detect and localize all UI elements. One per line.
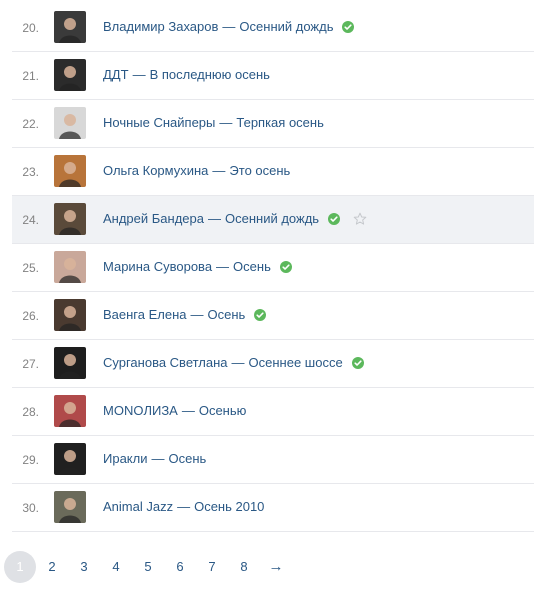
track-title[interactable]: Ольга Кормухина — Это осень bbox=[103, 163, 290, 178]
track-artist-link[interactable]: ДДТ bbox=[103, 67, 129, 82]
track-row[interactable]: 28. MONOЛИЗА — Осенью bbox=[12, 388, 534, 436]
track-artist-link[interactable]: MONOЛИЗА bbox=[103, 403, 178, 418]
track-artist-link[interactable]: Иракли bbox=[103, 451, 147, 466]
title-separator: — bbox=[177, 499, 191, 514]
track-song-link[interactable]: Осень 2010 bbox=[194, 499, 264, 514]
track-song-link[interactable]: Это осень bbox=[229, 163, 290, 178]
track-number: 25. bbox=[22, 261, 39, 275]
verified-check-icon bbox=[328, 212, 341, 225]
page-link-1[interactable]: 1 bbox=[4, 551, 36, 583]
track-row[interactable]: 20. Владимир Захаров — Осенний дождь bbox=[12, 4, 534, 52]
track-number: 26. bbox=[22, 309, 39, 323]
track-row[interactable]: 26. Ваенга Елена — Осень bbox=[12, 292, 534, 340]
page-link-7[interactable]: 7 bbox=[196, 551, 228, 583]
artist-avatar[interactable] bbox=[54, 395, 86, 427]
page-link-6[interactable]: 6 bbox=[164, 551, 196, 583]
track-row[interactable]: 27. Сурганова Светлана — Осеннее шоссе bbox=[12, 340, 534, 388]
next-page-arrow-icon[interactable]: → bbox=[260, 551, 292, 583]
track-row[interactable]: 22. Ночные Снайперы — Терпкая осень bbox=[12, 100, 534, 148]
track-number: 29. bbox=[22, 453, 39, 467]
track-title[interactable]: Владимир Захаров — Осенний дождь bbox=[103, 19, 355, 34]
track-row[interactable]: 24. Андрей Бандера — Осенний дождь bbox=[12, 196, 534, 244]
track-number: 23. bbox=[22, 165, 39, 179]
track-song-link[interactable]: Осень bbox=[233, 259, 271, 274]
track-song-link[interactable]: Осеннее шоссе bbox=[249, 355, 343, 370]
track-artist-link[interactable]: Animal Jazz bbox=[103, 499, 173, 514]
track-number: 28. bbox=[22, 405, 39, 419]
pagination: 1 2 3 4 5 6 7 8 → bbox=[4, 551, 292, 583]
track-row[interactable]: 29. Иракли — Осень bbox=[12, 436, 534, 484]
title-separator: — bbox=[231, 355, 245, 370]
star-outline-icon[interactable] bbox=[353, 212, 367, 226]
track-row[interactable]: 23. Ольга Кормухина — Это осень bbox=[12, 148, 534, 196]
artist-avatar[interactable] bbox=[54, 251, 86, 283]
title-separator: — bbox=[190, 307, 204, 322]
track-song-link[interactable]: Осень bbox=[208, 307, 246, 322]
page-link-5[interactable]: 5 bbox=[132, 551, 164, 583]
artist-avatar[interactable] bbox=[54, 107, 86, 139]
artist-avatar[interactable] bbox=[54, 203, 86, 235]
track-number: 24. bbox=[22, 213, 39, 227]
track-title[interactable]: MONOЛИЗА — Осенью bbox=[103, 403, 246, 418]
track-number: 21. bbox=[22, 69, 39, 83]
verified-check-icon bbox=[279, 260, 292, 273]
title-separator: — bbox=[212, 163, 226, 178]
track-row[interactable]: 25. Марина Суворова — Осень bbox=[12, 244, 534, 292]
page-link-8[interactable]: 8 bbox=[228, 551, 260, 583]
title-separator: — bbox=[216, 259, 230, 274]
track-title[interactable]: Марина Суворова — Осень bbox=[103, 259, 292, 274]
title-separator: — bbox=[222, 19, 236, 34]
track-artist-link[interactable]: Ольга Кормухина bbox=[103, 163, 208, 178]
page-link-4[interactable]: 4 bbox=[100, 551, 132, 583]
track-title[interactable]: Иракли — Осень bbox=[103, 451, 206, 466]
title-separator: — bbox=[181, 403, 195, 418]
track-artist-link[interactable]: Владимир Захаров bbox=[103, 19, 218, 34]
track-artist-link[interactable]: Марина Суворова bbox=[103, 259, 212, 274]
track-title[interactable]: Ваенга Елена — Осень bbox=[103, 307, 267, 322]
track-artist-link[interactable]: Андрей Бандера bbox=[103, 211, 204, 226]
artist-avatar[interactable] bbox=[54, 299, 86, 331]
page-link-2[interactable]: 2 bbox=[36, 551, 68, 583]
track-number: 30. bbox=[22, 501, 39, 515]
track-song-link[interactable]: Осень bbox=[168, 451, 206, 466]
artist-avatar[interactable] bbox=[54, 443, 86, 475]
track-song-link[interactable]: Осенью bbox=[199, 403, 247, 418]
artist-avatar[interactable] bbox=[54, 59, 86, 91]
title-separator: — bbox=[219, 115, 233, 130]
artist-avatar[interactable] bbox=[54, 491, 86, 523]
track-artist-link[interactable]: Ваенга Елена bbox=[103, 307, 187, 322]
track-title[interactable]: Сурганова Светлана — Осеннее шоссе bbox=[103, 355, 364, 370]
verified-check-icon bbox=[351, 356, 364, 369]
track-artist-link[interactable]: Сурганова Светлана bbox=[103, 355, 228, 370]
track-row[interactable]: 21. ДДТ — В последнюю осень bbox=[12, 52, 534, 100]
title-separator: — bbox=[132, 67, 146, 82]
track-row[interactable]: 30. Animal Jazz — Осень 2010 bbox=[12, 484, 534, 532]
track-song-link[interactable]: Осенний дождь bbox=[239, 19, 333, 34]
verified-check-icon bbox=[254, 308, 267, 321]
track-artist-link[interactable]: Ночные Снайперы bbox=[103, 115, 215, 130]
artist-avatar[interactable] bbox=[54, 11, 86, 43]
track-song-link[interactable]: Осенний дождь bbox=[225, 211, 319, 226]
title-separator: — bbox=[151, 451, 165, 466]
artist-avatar[interactable] bbox=[54, 155, 86, 187]
track-song-link[interactable]: Терпкая осень bbox=[236, 115, 323, 130]
track-song-link[interactable]: В последнюю осень bbox=[150, 67, 270, 82]
artist-avatar[interactable] bbox=[54, 347, 86, 379]
track-number: 20. bbox=[22, 21, 39, 35]
title-separator: — bbox=[208, 211, 221, 226]
verified-check-icon bbox=[342, 20, 355, 33]
track-number: 27. bbox=[22, 357, 39, 371]
track-list: 20. Владимир Захаров — Осенний дождь 21. ДДТ —… bbox=[12, 4, 534, 532]
page-link-3[interactable]: 3 bbox=[68, 551, 100, 583]
track-number: 22. bbox=[22, 117, 39, 131]
track-title[interactable]: Ночные Снайперы — Терпкая осень bbox=[103, 115, 324, 130]
track-title[interactable]: Animal Jazz — Осень 2010 bbox=[103, 499, 264, 514]
track-title[interactable]: ДДТ — В последнюю осень bbox=[103, 67, 270, 82]
track-title[interactable]: Андрей Бандера — Осенний дождь bbox=[103, 211, 367, 226]
